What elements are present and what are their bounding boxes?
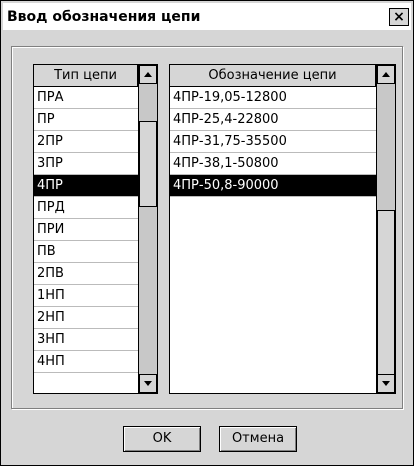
arrow-down-icon [144,381,152,386]
list-item-selected[interactable]: 4ПР-50,8-90000 [170,175,376,197]
list-item[interactable]: 2ПВ [34,263,138,285]
chain-type-list[interactable]: Тип цепи ПРА ПР 2ПР 3ПР 4ПР ПРД ПРИ ПВ 2… [33,64,158,394]
scroll-down-button[interactable] [377,374,395,393]
chain-type-scrollbar[interactable] [138,65,157,393]
scroll-up-button[interactable] [377,65,395,84]
chain-designation-scrollbar[interactable] [376,65,395,393]
list-item[interactable]: 2ПР [34,131,138,153]
arrow-down-icon [382,381,390,386]
list-item[interactable]: ПРИ [34,219,138,241]
dialog-window: Ввод обозначения цепи × Тип цепи ПРА ПР … [0,0,414,466]
list-item[interactable]: ПРД [34,197,138,219]
arrow-up-icon [382,72,390,77]
list-item[interactable]: 4ПР-19,05-12800 [170,87,376,109]
list-item[interactable]: 1НП [34,285,138,307]
list-item[interactable]: ПВ [34,241,138,263]
chain-type-header[interactable]: Тип цепи [34,65,138,87]
list-item[interactable]: 4ПР-31,75-35500 [170,131,376,153]
list-item[interactable]: 4ПР-38,1-50800 [170,153,376,175]
list-item[interactable]: 4ПР-25,4-22800 [170,109,376,131]
close-icon: × [393,9,405,25]
list-item[interactable]: ПР [34,109,138,131]
chain-designation-rows: 4ПР-19,05-12800 4ПР-25,4-22800 4ПР-31,75… [170,87,376,197]
list-item[interactable]: 2НП [34,307,138,329]
chain-type-rows: ПРА ПР 2ПР 3ПР 4ПР ПРД ПРИ ПВ 2ПВ 1НП 2Н… [34,87,138,373]
window-title: Ввод обозначения цепи [7,9,201,25]
chain-designation-list[interactable]: Обозначение цепи 4ПР-19,05-12800 4ПР-25,… [169,64,396,394]
chain-designation-header[interactable]: Обозначение цепи [170,65,376,87]
list-item[interactable]: 3НП [34,329,138,351]
scroll-up-button[interactable] [139,65,157,84]
scroll-down-button[interactable] [139,374,157,393]
scroll-thumb[interactable] [377,210,395,376]
ok-button[interactable]: OK [123,426,201,452]
list-item[interactable]: ПРА [34,87,138,109]
list-item[interactable]: 4НП [34,351,138,373]
scroll-thumb[interactable] [139,121,157,207]
list-item-selected[interactable]: 4ПР [34,175,138,197]
close-button[interactable]: × [389,8,409,26]
cancel-button[interactable]: Отмена [219,426,297,452]
arrow-up-icon [144,72,152,77]
title-bar: Ввод обозначения цепи × [3,3,411,30]
list-item[interactable]: 3ПР [34,153,138,175]
